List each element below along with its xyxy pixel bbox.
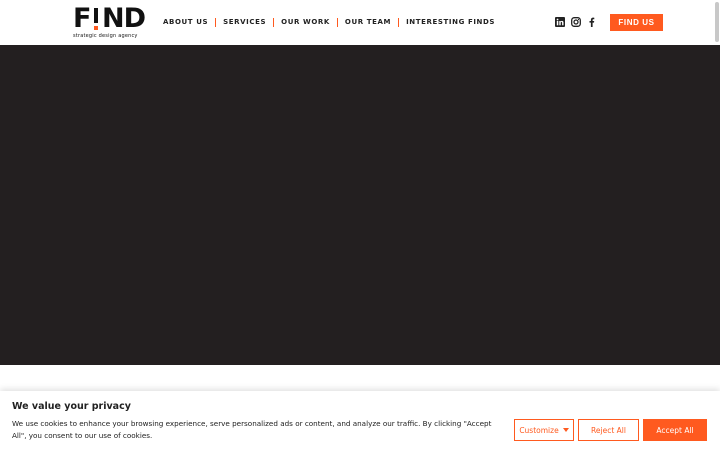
cookie-title: We value your privacy [12, 401, 131, 412]
logo-letter-f: F [73, 3, 91, 34]
hero-section [0, 45, 720, 365]
caret-down-icon [562, 428, 569, 432]
cookie-text: We use cookies to enhance your browsing … [12, 419, 492, 440]
nav-services[interactable]: SERVICES [223, 18, 266, 26]
page: F ND strategic design agency ABOUT US SE… [0, 0, 720, 450]
nav-divider [273, 17, 275, 27]
page-scrollbar[interactable] [713, 0, 720, 450]
site-header: F ND strategic design agency ABOUT US SE… [0, 0, 720, 45]
nav-divider [336, 17, 338, 27]
nav-our-work[interactable]: OUR WORK [281, 18, 330, 26]
nav-divider [398, 17, 400, 27]
logo-tagline: strategic design agency [73, 33, 138, 39]
scrollbar-thumb[interactable] [715, 2, 719, 42]
find-us-button[interactable]: FIND US [610, 14, 663, 31]
instagram-icon[interactable] [571, 17, 581, 27]
logo-letters-nd: ND [101, 3, 146, 34]
facebook-icon[interactable] [587, 17, 597, 27]
customize-label: Customize [519, 425, 559, 435]
main-nav: ABOUT US SERVICES OUR WORK OUR TEAM INTE… [163, 16, 495, 28]
logo[interactable]: F ND strategic design agency [73, 3, 146, 41]
linkedin-icon[interactable] [555, 17, 565, 27]
logo-exclamation-icon [91, 5, 101, 33]
accept-all-button[interactable]: Accept All [643, 419, 707, 441]
reject-all-button[interactable]: Reject All [578, 419, 639, 441]
logo-mark: F ND [73, 3, 146, 34]
customize-button[interactable]: Customize [514, 419, 574, 441]
nav-about-us[interactable]: ABOUT US [163, 18, 208, 26]
nav-interesting-finds[interactable]: INTERESTING FINDS [406, 18, 495, 26]
nav-divider [215, 17, 217, 27]
nav-our-team[interactable]: OUR TEAM [345, 18, 391, 26]
